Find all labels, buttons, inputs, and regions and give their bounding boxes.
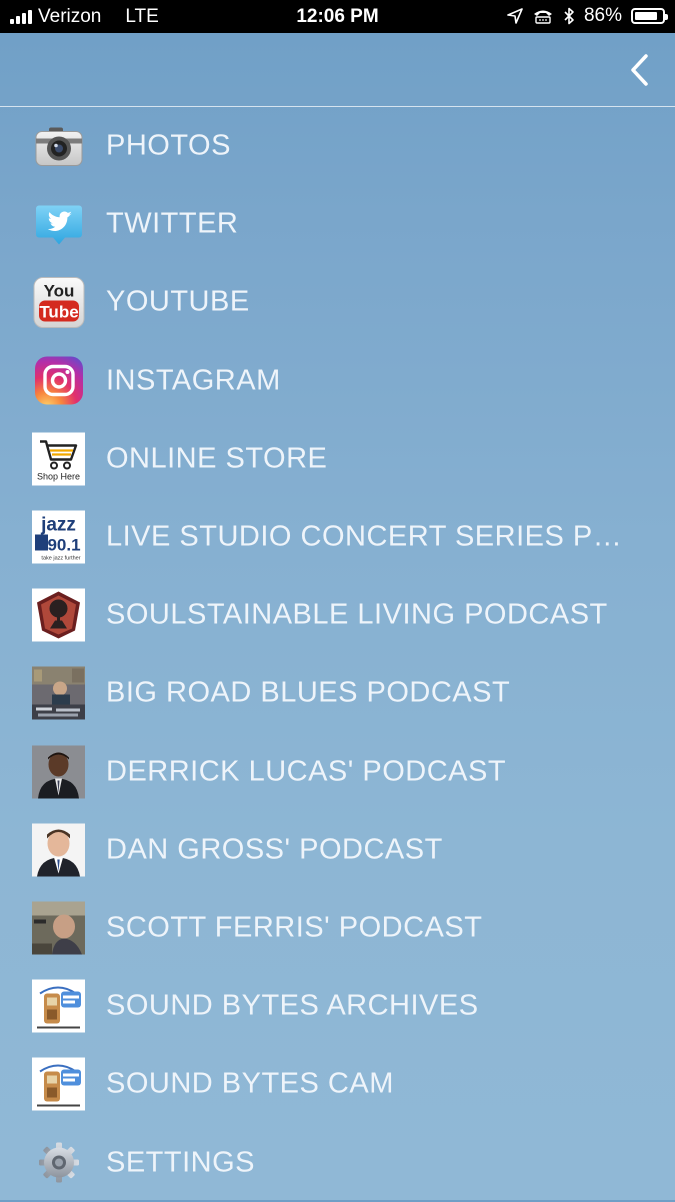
menu-item-derrick-lucas-podcast[interactable]: DERRICK LUCAS' PODCAST [0, 733, 675, 811]
menu-item-soulstainable-living-podcast[interactable]: SOULSTAINABLE LIVING PODCAST [0, 576, 675, 654]
svg-text:jazz: jazz [40, 515, 76, 536]
svg-text:You: You [43, 281, 74, 300]
gear-icon [32, 1136, 85, 1189]
jazz-901-logo-icon: jazz 90.1 take jazz further [32, 510, 85, 564]
battery-icon [631, 8, 668, 24]
menu-item-dan-gross-podcast[interactable]: DAN GROSS' PODCAST [0, 811, 675, 889]
status-right: 86% [507, 5, 668, 27]
menu-item-scott-ferris-podcast[interactable]: SCOTT FERRIS' PODCAST [0, 889, 675, 967]
bluetooth-icon [564, 7, 574, 25]
tty-icon [533, 10, 552, 24]
svg-text:90.1: 90.1 [47, 536, 80, 555]
menu-item-label: PHOTOS [106, 129, 231, 162]
menu-item-youtube[interactable]: You Tube YOUTUBE [0, 263, 675, 341]
menu-item-settings[interactable]: SETTINGS [0, 1123, 675, 1201]
portrait-photo-icon [32, 745, 85, 799]
menu-item-live-studio-concert-series[interactable]: jazz 90.1 take jazz further LIVE STUDIO … [0, 498, 675, 576]
portrait-photo-icon [32, 901, 85, 955]
menu-item-label: LIVE STUDIO CONCERT SERIES P… [106, 520, 623, 553]
menu-item-instagram[interactable]: INSTAGRAM [0, 342, 675, 420]
menu-item-big-road-blues-podcast[interactable]: BIG ROAD BLUES PODCAST [0, 654, 675, 732]
svg-text:Tube: Tube [39, 302, 78, 321]
menu-item-label: TWITTER [106, 207, 239, 240]
sound-bytes-logo-icon [32, 1057, 85, 1111]
portrait-photo-icon [32, 823, 85, 877]
svg-text:take jazz further: take jazz further [41, 556, 80, 562]
menu-item-label: ONLINE STORE [106, 442, 328, 475]
battery-percent: 86% [583, 5, 622, 26]
camera-icon [32, 120, 85, 173]
soulstainable-logo-icon [32, 588, 85, 642]
menu-item-twitter[interactable]: TWITTER [0, 185, 675, 263]
studio-photo-icon [32, 666, 85, 720]
menu-item-label: BIG ROAD BLUES PODCAST [106, 676, 511, 709]
menu-item-label: SOUND BYTES CAM [106, 1067, 394, 1100]
chevron-left-icon [631, 54, 648, 86]
menu-item-sound-bytes-archives[interactable]: SOUND BYTES ARCHIVES [0, 967, 675, 1045]
menu-item-label: INSTAGRAM [106, 364, 281, 397]
menu-item-label: DAN GROSS' PODCAST [106, 833, 443, 866]
svg-text:Shop Here: Shop Here [37, 471, 80, 481]
menu-item-label: SETTINGS [106, 1146, 256, 1179]
menu-item-label: YOUTUBE [106, 285, 250, 318]
menu-item-label: SOULSTAINABLE LIVING PODCAST [106, 598, 608, 631]
nav-bar [0, 33, 675, 107]
shopping-cart-icon: Shop Here [32, 432, 85, 486]
status-bar: Verizon LTE 12:06 PM 86% [0, 0, 675, 33]
location-arrow-icon [507, 8, 523, 24]
instagram-icon [32, 354, 85, 407]
menu-item-online-store[interactable]: Shop Here ONLINE STORE [0, 420, 675, 498]
sound-bytes-logo-icon [32, 979, 85, 1033]
menu-item-label: SCOTT FERRIS' PODCAST [106, 911, 483, 944]
menu-item-label: SOUND BYTES ARCHIVES [106, 989, 479, 1022]
youtube-icon: You Tube [32, 276, 85, 329]
back-button[interactable] [627, 53, 653, 87]
twitter-icon [32, 198, 85, 251]
menu-item-label: DERRICK LUCAS' PODCAST [106, 755, 507, 788]
side-menu: PHOTOS TWITTER You Tube YOUTUBE INSTAGRA… [0, 107, 675, 1202]
menu-item-photos[interactable]: PHOTOS [0, 107, 675, 185]
menu-item-sound-bytes-cam[interactable]: SOUND BYTES CAM [0, 1045, 675, 1123]
